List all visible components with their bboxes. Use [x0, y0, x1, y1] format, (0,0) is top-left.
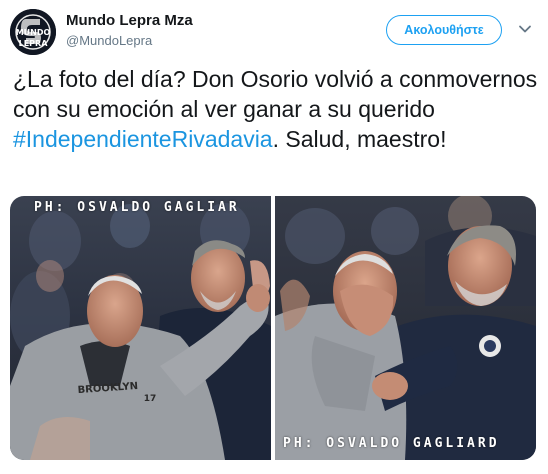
photo-credit-right: PH: OSVALDO GAGLIARD — [283, 436, 500, 451]
follow-button[interactable]: Ακολουθήστε — [386, 15, 502, 45]
club-logo-icon: MUNDO LEPRA — [10, 9, 56, 55]
avatar-text-bottom: LEPRA — [19, 39, 49, 48]
tweet-header: MUNDO LEPRA Mundo Lepra Mza @MundoLepra … — [0, 0, 548, 60]
tweet-text: ¿La foto del día? Don Osorio volvió a co… — [13, 64, 538, 154]
photo-right[interactable]: PH: OSVALDO GAGLIARD — [275, 196, 536, 460]
photo-left[interactable]: BROOKLYN 17 PH: OSVALDO GAGLIAR — [10, 196, 271, 460]
display-name[interactable]: Mundo Lepra Mza — [66, 12, 193, 29]
tweet-text-end: . Salud, maestro! — [272, 126, 447, 152]
jacket-number: 17 — [144, 394, 157, 404]
photo-credit-left: PH: OSVALDO GAGLIAR — [34, 200, 240, 215]
tweet-media[interactable]: BROOKLYN 17 PH: OSVALDO GAGLIAR PH: OSVA… — [10, 196, 536, 460]
hashtag-link[interactable]: #IndependienteRivadavia — [13, 126, 273, 152]
tweet-text-body: ¿La foto del día? Don Osorio volvió a co… — [13, 66, 538, 122]
chevron-down-icon[interactable] — [516, 20, 534, 38]
avatar-text-top: MUNDO — [16, 28, 51, 37]
avatar[interactable]: MUNDO LEPRA — [10, 9, 56, 55]
username-handle[interactable]: @MundoLepra — [66, 33, 152, 48]
